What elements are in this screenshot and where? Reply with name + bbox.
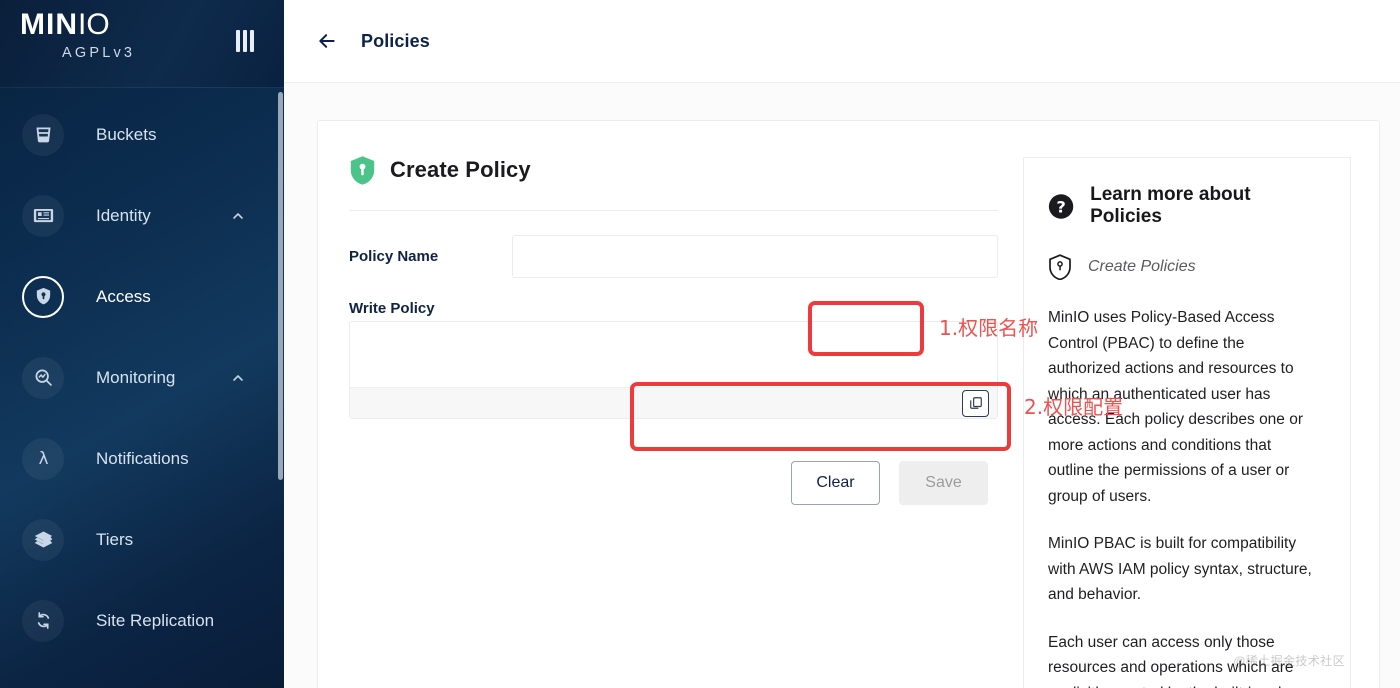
minio-logo: MIN IO AGPLv3	[20, 8, 200, 61]
sidebar-item-label: Site Replication	[96, 610, 215, 630]
bucket-icon	[22, 113, 64, 156]
form-title: Create Policy	[390, 157, 531, 182]
help-title: Learn more about Policies	[1090, 184, 1251, 227]
copy-icon[interactable]	[962, 389, 989, 417]
sidebar-scrollbar[interactable]	[278, 92, 283, 480]
editor-footer	[350, 387, 997, 418]
sidebar-item-label: Access	[96, 286, 151, 306]
write-policy-label: Write Policy	[349, 300, 435, 317]
monitoring-icon	[22, 356, 64, 399]
clear-button[interactable]: Clear	[791, 461, 880, 505]
chevron-up-icon[interactable]	[230, 208, 246, 224]
sidebar-item-buckets[interactable]: Buckets	[0, 94, 284, 175]
svg-text:?: ?	[1056, 197, 1065, 216]
help-paragraph: Each user can access only those resource…	[1048, 633, 1294, 688]
sidebar-header: MIN IO AGPLv3	[0, 0, 284, 88]
logo-text-min: MIN	[20, 8, 78, 41]
form-header: Create Policy	[349, 155, 998, 185]
content-area: Create Policy Policy Name Write Policy C…	[284, 83, 1400, 688]
lock-shield-icon	[22, 275, 64, 318]
sidebar-item-access[interactable]: Access	[0, 256, 284, 337]
layers-icon	[22, 518, 64, 561]
question-mark-icon: ?	[1048, 193, 1074, 219]
policy-name-label: Policy Name	[349, 248, 439, 265]
sidebar-item-label: Identity	[96, 205, 151, 225]
help-link-row[interactable]: Create Policies	[1048, 254, 1320, 280]
replication-icon	[22, 599, 64, 642]
chevron-up-icon[interactable]	[230, 370, 246, 386]
sidebar-item-identity[interactable]: Identity	[0, 175, 284, 256]
sidebar-item-notifications[interactable]: λ Notifications	[0, 418, 284, 499]
svg-text:λ: λ	[38, 449, 48, 468]
minio-console-window: MIN IO AGPLv3 Buckets Identity Access Mo…	[0, 0, 1400, 688]
menu-toggle-icon[interactable]	[236, 30, 256, 52]
help-paragraph: MinIO uses Policy-Based Access Control (…	[1048, 309, 1304, 505]
write-policy-editor	[349, 321, 998, 419]
sidebar-item-tiers[interactable]: Tiers	[0, 499, 284, 580]
policy-name-input[interactable]	[512, 235, 998, 278]
sidebar-item-label: Tiers	[96, 529, 134, 549]
help-panel: ? Learn more about Policies Create Polic…	[1023, 157, 1351, 688]
main-content: Policies Create Policy Policy Name Write…	[284, 0, 1400, 688]
page-title: Policies	[361, 30, 430, 51]
help-link-label: Create Policies	[1088, 258, 1196, 275]
shield-key-icon	[350, 156, 375, 185]
form-actions: Clear Save	[349, 461, 998, 505]
page-header: Policies	[284, 0, 1400, 83]
sidebar: MIN IO AGPLv3 Buckets Identity Access Mo…	[0, 0, 284, 688]
create-policy-card: Create Policy Policy Name Write Policy C…	[317, 120, 1380, 688]
sidebar-item-site-replication[interactable]: Site Replication	[0, 580, 284, 661]
policy-name-row: Policy Name	[349, 235, 998, 278]
logo-text-io: IO	[78, 8, 110, 41]
sidebar-nav: Buckets Identity Access Monitoring λ Not…	[0, 88, 284, 661]
write-policy-textarea[interactable]	[350, 322, 997, 389]
shield-key-outline-icon	[1049, 254, 1071, 280]
lambda-icon: λ	[22, 437, 64, 480]
identity-card-icon	[22, 194, 64, 237]
sidebar-item-label: Notifications	[96, 448, 189, 468]
save-button[interactable]: Save	[899, 461, 988, 505]
help-paragraph: MinIO PBAC is built for compatibility wi…	[1048, 535, 1312, 603]
help-header: ? Learn more about Policies	[1048, 184, 1320, 228]
form-divider	[349, 210, 998, 211]
policy-form: Create Policy Policy Name Write Policy C…	[346, 153, 998, 688]
sidebar-item-label: Buckets	[96, 124, 157, 144]
sidebar-item-monitoring[interactable]: Monitoring	[0, 337, 284, 418]
arrow-left-icon[interactable]	[317, 30, 339, 52]
sidebar-item-label: Monitoring	[96, 367, 176, 387]
logo-license-label: AGPLv3	[62, 45, 136, 61]
